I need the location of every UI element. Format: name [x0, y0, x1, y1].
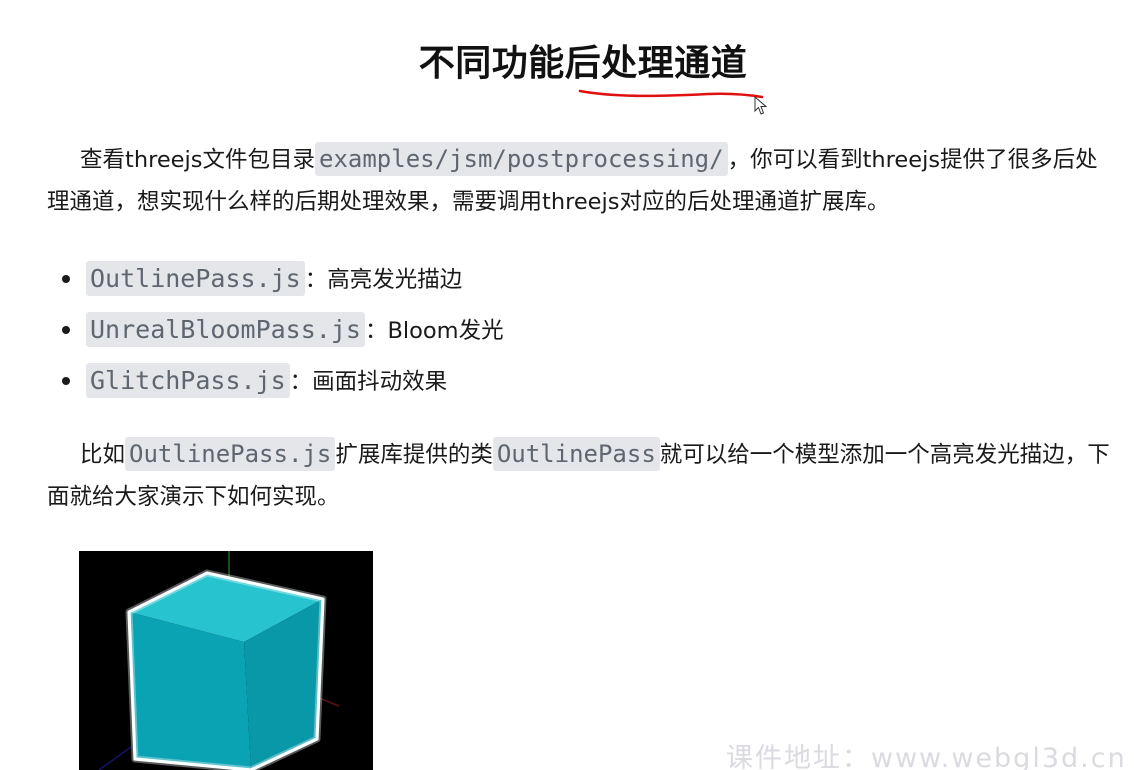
example-text-middle: 扩展库提供的类 [335, 442, 493, 468]
outlinepass-file-code: OutlinePass.js [125, 437, 336, 471]
list-item: GlitchPass.js ：画面抖动效果 [62, 358, 504, 409]
outline-demo-canvas [79, 551, 373, 770]
intro-paragraph: 查看threejs文件包目录 examples/jsm/postprocessin… [47, 138, 1115, 223]
bullet-icon [62, 274, 70, 283]
outlined-cube-icon [79, 551, 373, 770]
red-underline-annotation [578, 89, 764, 99]
page-title: 不同功能后处理通道 [418, 43, 748, 84]
postprocessing-path-code: examples/jsm/postprocessing/ [315, 142, 728, 176]
pass-file-code: UnrealBloomPass.js [86, 312, 365, 347]
intro-text-before: 查看threejs文件包目录 [80, 147, 315, 173]
example-paragraph: 比如 OutlinePass.js 扩展库提供的类 OutlinePass 就可以给一个… [47, 433, 1115, 518]
mouse-cursor-icon [754, 96, 768, 115]
pass-file-code: GlitchPass.js [86, 363, 290, 398]
document-page: 不同功能后处理通道 查看threejs文件包目录 examples/jsm/pos… [0, 0, 1134, 770]
bullet-icon [62, 376, 70, 385]
list-item: OutlinePass.js ：高亮发光描边 [62, 256, 504, 307]
pass-file-code: OutlinePass.js [86, 261, 305, 296]
pass-description: ：高亮发光描边 [304, 267, 463, 293]
bullet-icon [62, 325, 70, 334]
passes-list: OutlinePass.js ：高亮发光描边 UnrealBloomPass.js… [62, 256, 504, 409]
outlinepass-class-code: OutlinePass [492, 437, 660, 471]
pass-description: ：Bloom发光 [364, 318, 504, 344]
example-text-before: 比如 [80, 442, 126, 468]
list-item: UnrealBloomPass.js ：Bloom发光 [62, 307, 504, 358]
pass-description: ：画面抖动效果 [289, 369, 448, 395]
watermark-text: 课件地址：www.webgl3d.cn [726, 743, 1127, 770]
